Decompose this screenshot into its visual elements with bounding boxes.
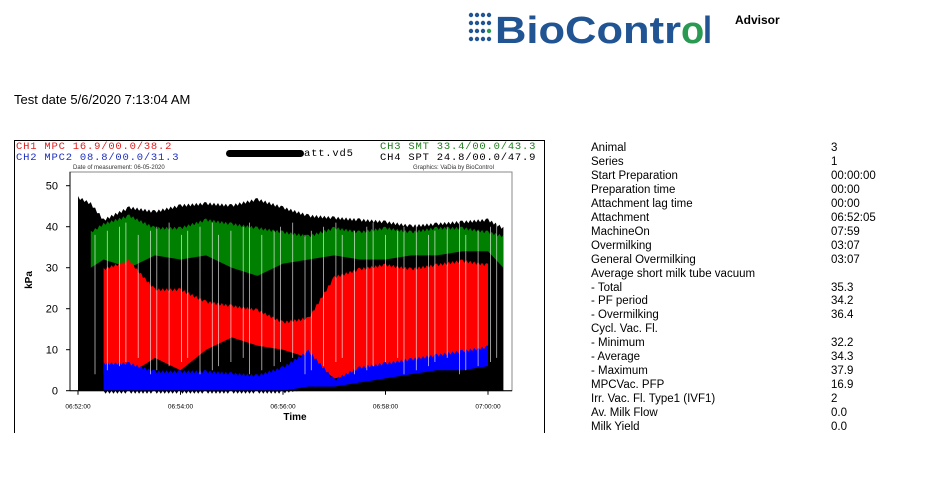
x-tick-label: 06:56:00 — [270, 404, 296, 411]
stats-row: - PF period 34.2 — [591, 295, 876, 309]
stats-row: MachineOn 07:59 — [591, 226, 876, 240]
stats-value: 16.9 — [831, 379, 854, 392]
stats-row: Animal 3 — [591, 142, 876, 156]
y-tick-label: 20 — [46, 304, 58, 316]
stats-row: Irr. Vac. Fl. Type1 (IVF1) 2 — [591, 393, 876, 407]
stats-value: 06:52:05 — [831, 211, 876, 224]
stats-label: - Total — [591, 281, 623, 294]
x-tick-label: 06:52:00 — [65, 404, 91, 411]
stats-row: General Overmilking 03:07 — [591, 254, 876, 268]
stats-value: 03:07 — [831, 253, 860, 266]
y-tick-label: 50 — [46, 181, 58, 193]
stats-value: 34.2 — [831, 295, 854, 308]
stats-value: 00:00:00 — [831, 169, 876, 182]
stats-row: Start Preparation 00:00:00 — [591, 170, 876, 184]
stats-label: Av. Milk Flow — [591, 407, 658, 420]
y-tick-label: 30 — [46, 263, 58, 275]
stats-value: 3 — [831, 142, 838, 154]
stats-value: 2 — [831, 393, 838, 406]
y-tick-label: 10 — [46, 345, 58, 357]
stats-label: MachineOn — [591, 225, 650, 238]
x-axis-label: Time — [283, 412, 307, 423]
stats-value: 34.3 — [831, 351, 854, 364]
stats-row: Overmilking 03:07 — [591, 240, 876, 254]
stats-value: 1 — [831, 155, 838, 168]
stats-value: 07:59 — [831, 225, 860, 238]
stats-label: Average short milk tube vacuum — [591, 267, 756, 280]
x-tick-label: 06:54:00 — [168, 404, 194, 411]
stats-label: Series — [591, 155, 624, 168]
stats-row: - Total 35.3 — [591, 282, 876, 296]
stats-row: Av. Milk Flow 0.0 — [591, 407, 876, 421]
stats-row: - Maximum 37.9 — [591, 365, 876, 379]
x-tick-label: 06:58:00 — [373, 404, 399, 411]
stats-label: - Maximum — [591, 365, 648, 378]
stats-row: Series 1 — [591, 156, 876, 170]
stats-label: - Average — [591, 351, 641, 364]
stats-row: Attachment lag time 00:00 — [591, 198, 876, 212]
stats-value: 00:00 — [831, 197, 860, 210]
stats-row: Milk Yield 0.0 — [591, 421, 876, 435]
stats-row: Preparation time 00:00 — [591, 184, 876, 198]
stats-label: Preparation time — [591, 183, 676, 196]
stats-row: Average short milk tube vacuum — [591, 268, 876, 282]
stats-label: Milk Yield — [591, 421, 640, 434]
stats-label: - Overmilking — [591, 309, 659, 322]
stats-row: - Overmilking 36.4 — [591, 309, 876, 323]
stats-row: Cycl. Vac. Fl. — [591, 323, 876, 337]
stats-value: 0.0 — [831, 407, 847, 420]
stats-value: 35.3 — [831, 281, 854, 294]
stats-label: Irr. Vac. Fl. Type1 (IVF1) — [591, 393, 716, 406]
y-axis-label: kPa — [24, 271, 35, 289]
stats-row: - Minimum 32.2 — [591, 337, 876, 351]
x-tick-label: 07:00:00 — [475, 404, 501, 411]
y-tick-label: 40 — [46, 222, 58, 234]
stats-row: Attachment 06:52:05 — [591, 212, 876, 226]
stats-label: Animal — [591, 142, 627, 154]
stats-row: MPCVac. PFP 16.9 — [591, 379, 876, 393]
stats-value: 0.0 — [831, 421, 847, 434]
stats-label: Attachment lag time — [591, 197, 693, 210]
stats-value: 03:07 — [831, 239, 860, 252]
stats-value: 00:00 — [831, 183, 860, 196]
y-tick-label: 0 — [52, 386, 58, 398]
stats-value: 36.4 — [831, 309, 854, 322]
stats-value: 32.2 — [831, 337, 854, 350]
stats-label: - Minimum — [591, 337, 645, 350]
stats-label: General Overmilking — [591, 253, 696, 266]
stats-row: - Average 34.3 — [591, 351, 876, 365]
stats-label: Attachment — [591, 211, 650, 224]
stats-label: Start Preparation — [591, 169, 678, 182]
stats-label: - PF period — [591, 295, 648, 308]
stats-table: Animal 3 Series 1 Start Preparation 00:00:00 P… — [591, 142, 876, 435]
stats-label: MPCVac. PFP — [591, 379, 665, 392]
stats-value: 37.9 — [831, 365, 854, 378]
stats-label: Cycl. Vac. Fl. — [591, 323, 658, 336]
stats-label: Overmilking — [591, 239, 652, 252]
